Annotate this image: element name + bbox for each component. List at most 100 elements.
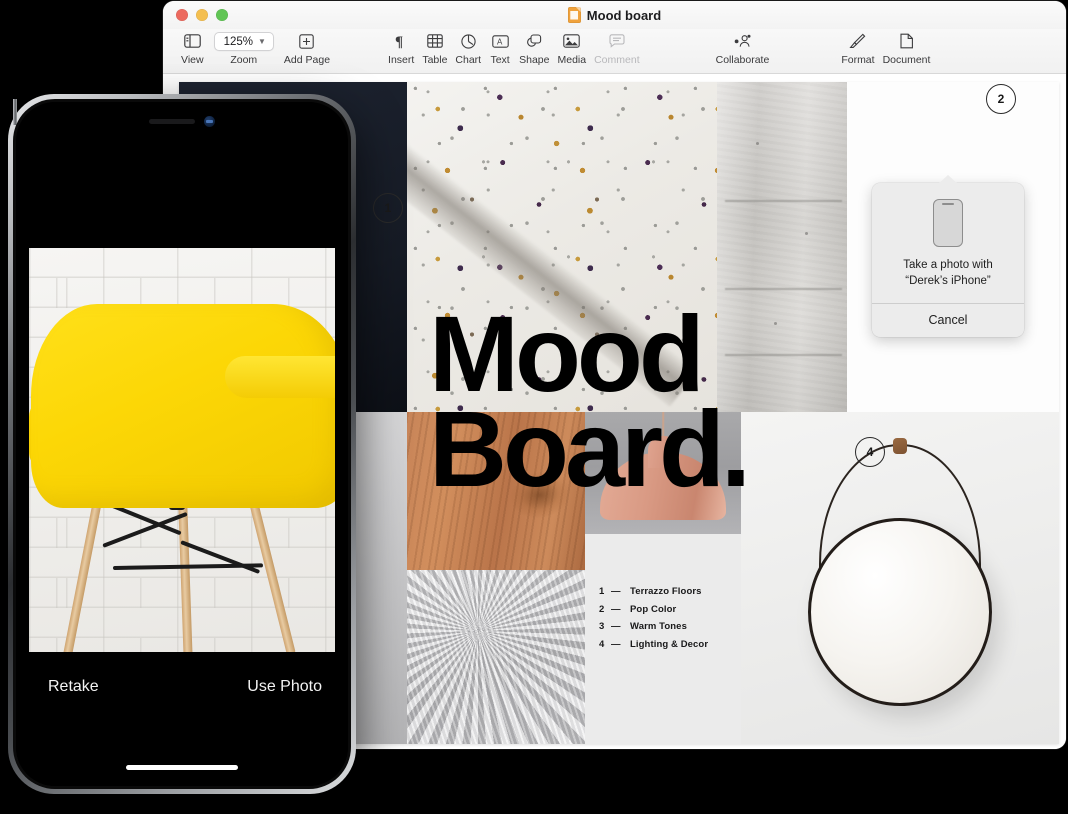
legend-number: 4 — [599, 638, 605, 650]
toolbar-text-label: Text — [490, 54, 510, 66]
iphone-bezel: Retake Use Photo — [13, 99, 351, 789]
collage-tile-fur-rug[interactable] — [407, 570, 585, 744]
iphone-screen[interactable]: Retake Use Photo — [16, 102, 348, 786]
toolbar-shape-button[interactable]: Shape — [515, 29, 553, 66]
collage-legend-panel[interactable]: 1 — Terrazzo Floors 2 — Pop Color 3 — Wa… — [585, 534, 741, 744]
legend-number: 1 — [599, 586, 605, 597]
chair-armrest — [225, 356, 335, 398]
toolbar-comment-button: Comment — [590, 29, 644, 66]
legend-number: 3 — [599, 621, 605, 632]
concrete-speck-2 — [805, 232, 809, 235]
toolbar-insert-button[interactable]: ¶ Insert — [384, 29, 418, 66]
toolbar-view-button[interactable]: View — [177, 29, 208, 66]
traffic-light-buttons — [176, 9, 228, 21]
legend-number: 2 — [599, 603, 605, 615]
front-camera-icon — [204, 116, 215, 127]
iphone-glyph-icon — [933, 199, 963, 247]
popover-message-line-1: Take a photo with — [903, 259, 993, 271]
terrazzo-crack — [407, 112, 698, 407]
toolbar-add-page-label: Add Page — [283, 54, 331, 66]
toolbar: View 125% ▼ Zoom Add Page ¶ Insert Table… — [163, 29, 1066, 74]
toolbar-zoom-control[interactable]: 125% ▼ Zoom — [208, 29, 280, 66]
speech-bubble-icon — [609, 31, 625, 51]
table-grid-icon — [427, 31, 443, 51]
toolbar-document-button[interactable]: Document — [879, 29, 935, 66]
window-title-text: Mood board — [586, 7, 662, 23]
callout-number: 4 — [866, 445, 874, 459]
text-box-icon: A — [491, 31, 509, 51]
collage-tile-terrazzo[interactable] — [407, 82, 717, 412]
retake-button[interactable]: Retake — [48, 678, 99, 696]
callout-number: 2 — [997, 92, 1005, 106]
close-button[interactable] — [176, 9, 188, 21]
legend-label: Lighting & Decor — [630, 638, 709, 650]
legend-row: 4 — Lighting & Decor — [599, 639, 741, 650]
pilcrow-icon: ¶ — [394, 31, 408, 51]
window-titlebar: Mood board — [163, 1, 1066, 29]
chair-shell — [31, 304, 335, 508]
legend-label: Terrazzo Floors — [630, 586, 702, 597]
concrete-speck-3 — [774, 322, 778, 325]
plus-square-icon — [299, 31, 315, 51]
toolbar-table-button[interactable]: Table — [418, 29, 451, 66]
toolbar-media-label: Media — [557, 54, 587, 66]
collage-tile-concrete[interactable] — [717, 82, 847, 412]
legend-row: 3 — Warm Tones — [599, 621, 741, 632]
popover-message: Take a photo with “Derek’s iPhone” — [882, 258, 1014, 290]
svg-text:¶: ¶ — [395, 34, 403, 49]
toolbar-text-button[interactable]: A Text — [485, 29, 515, 66]
zoom-dropdown[interactable]: 125% ▼ — [213, 32, 274, 51]
toolbar-add-page-button[interactable]: Add Page — [280, 29, 334, 66]
take-photo-popover: Take a photo with “Derek’s iPhone” Cance… — [872, 175, 1024, 337]
toolbar-insert-label: Insert — [388, 54, 415, 66]
popover-message-line-2: “Derek’s iPhone” — [905, 274, 991, 287]
legend-dash: — — [611, 586, 621, 597]
photo-icon — [563, 31, 581, 51]
collage-tile-wood-grain[interactable] — [407, 412, 585, 570]
wood-knot — [506, 466, 575, 524]
toolbar-table-label: Table — [422, 54, 448, 66]
toolbar-left-group: View 125% ▼ Zoom Add Page — [177, 29, 334, 66]
use-photo-button[interactable]: Use Photo — [247, 678, 322, 696]
collage-tile-round-mirror[interactable] — [741, 412, 1059, 744]
legend-dash: — — [611, 621, 621, 632]
legend-dash: — — [611, 638, 621, 650]
zoom-window-button[interactable] — [216, 9, 228, 21]
legend-label: Warm Tones — [630, 621, 687, 632]
toolbar-chart-button[interactable]: Chart — [451, 29, 485, 66]
popover-cancel-button[interactable]: Cancel — [872, 304, 1024, 337]
collage-tile-pendant-lamp[interactable] — [585, 412, 741, 534]
callout-badge-4: 4 — [855, 437, 885, 467]
concrete-seam-3 — [724, 354, 842, 356]
home-indicator[interactable] — [126, 765, 238, 770]
toolbar-collaborate-label: Collaborate — [715, 54, 770, 66]
chevron-down-icon: ▼ — [258, 37, 266, 46]
svg-text:A: A — [497, 37, 503, 46]
toolbar-media-button[interactable]: Media — [553, 29, 590, 66]
minimize-button[interactable] — [196, 9, 208, 21]
lamp-shade — [600, 452, 726, 520]
mirror-wall-hook — [893, 438, 907, 454]
iphone-notch — [16, 116, 348, 127]
shapes-icon — [526, 31, 542, 51]
concrete-seam-2 — [724, 288, 842, 290]
mirror-glass — [808, 518, 992, 706]
legend-row: 2 — Pop Color — [599, 604, 741, 615]
toolbar-view-label: View — [181, 54, 204, 66]
pages-document-icon — [567, 7, 581, 23]
popover-body: Take a photo with “Derek’s iPhone” — [872, 183, 1024, 303]
toolbar-document-label: Document — [882, 54, 931, 66]
earpiece-speaker-icon — [149, 119, 195, 124]
iphone-device: Retake Use Photo — [8, 94, 356, 794]
sidebar-icon — [183, 31, 201, 51]
toolbar-insert-group: ¶ Insert Table Chart A Text Shape Media … — [384, 29, 644, 66]
toolbar-format-button[interactable]: Format — [837, 29, 878, 66]
person-share-icon — [733, 31, 752, 51]
camera-preview-controls: Retake Use Photo — [16, 652, 348, 786]
window-title-group: Mood board — [163, 1, 1066, 29]
toolbar-format-label: Format — [841, 54, 875, 66]
toolbar-collaborate-button[interactable]: Collaborate — [712, 29, 774, 66]
concrete-seam-1 — [724, 200, 842, 202]
document-page-icon — [899, 31, 914, 51]
callout-badge-1: 1 — [373, 193, 403, 223]
